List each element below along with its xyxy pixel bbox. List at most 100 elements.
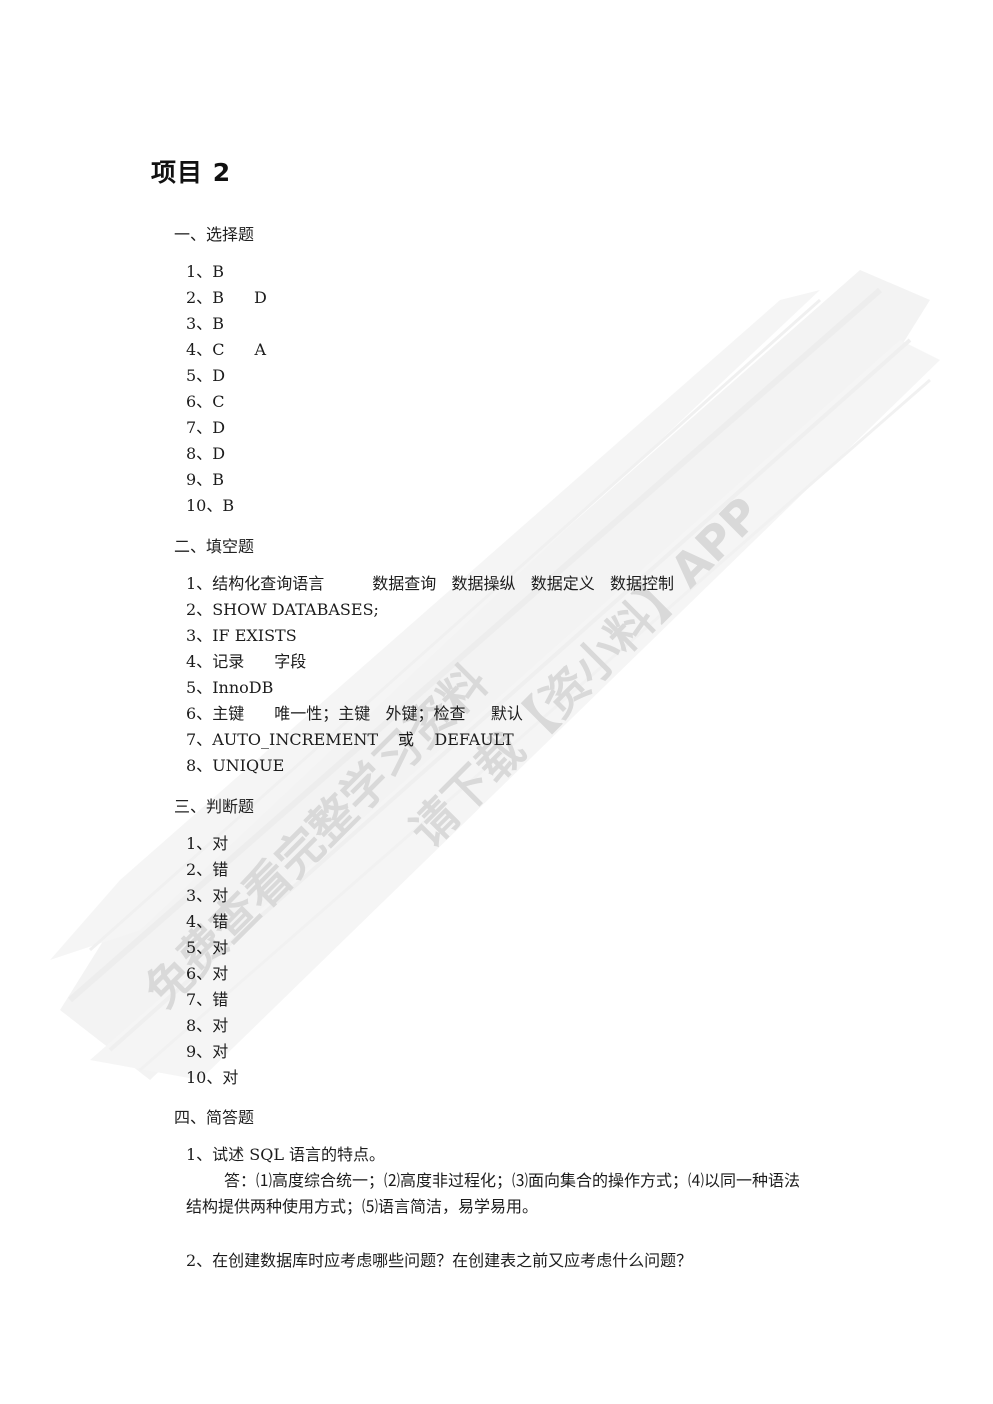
answer-text: 主键 xyxy=(212,704,245,723)
answer-judgement: 错 xyxy=(212,860,229,879)
list-item: 1、B xyxy=(186,259,267,285)
list-item: 5、InnoDB xyxy=(186,675,674,701)
list-item: 2、错 xyxy=(186,857,238,883)
page-title: 项目 2 xyxy=(151,158,232,187)
item-number: 7、 xyxy=(186,418,213,437)
short-answer-q2: 2、在创建数据库时应考虑哪些问题？在创建表之前又应考虑什么问题？ xyxy=(186,1251,693,1270)
list-item: 1、结构化查询语言 数据查询 数据操纵 数据定义 数据控制 xyxy=(186,571,674,597)
answer-letter: A xyxy=(254,340,266,359)
list-item: 3、B xyxy=(186,311,267,337)
answer-letter: D xyxy=(212,366,226,385)
item-number: 5、 xyxy=(186,678,213,697)
item-number: 1、 xyxy=(186,262,213,281)
answer-text: 结构化查询语言 xyxy=(212,574,325,593)
answer-text-extra: 唯一性；主键 外键；检查 默认 xyxy=(274,704,523,723)
answer-judgement: 对 xyxy=(212,938,229,957)
list-item: 5、D xyxy=(186,363,267,389)
answer-text-line2: 结构提供两种使用方式；⑸语言简洁，易学易用。 xyxy=(186,1197,539,1216)
list-item: 6、主键 唯一性；主键 外键；检查 默认 xyxy=(186,701,674,727)
item-number: 6、 xyxy=(186,964,213,983)
answer-text: AUTO_INCREMENT xyxy=(212,730,379,749)
item-number: 1、 xyxy=(186,574,213,593)
answer-letter: B xyxy=(212,470,224,489)
answer-judgement: 对 xyxy=(212,1016,229,1035)
answer-letter: C xyxy=(212,392,225,411)
list-item: 10、对 xyxy=(186,1065,238,1091)
answer-text-extra: 数据查询 数据操纵 数据定义 数据控制 xyxy=(372,574,674,593)
answer-letter: B xyxy=(222,496,235,515)
item-number: 8、 xyxy=(186,1016,213,1035)
item-number: 3、 xyxy=(186,314,213,333)
item-number: 6、 xyxy=(186,392,213,411)
answer-judgement: 对 xyxy=(212,886,229,905)
answer-text-line1: 答：⑴高度综合统一；⑵高度非过程化；⑶面向集合的操作方式；⑷以同一种语法 xyxy=(224,1171,801,1190)
answer-letter: B xyxy=(212,314,224,333)
list-item: 7、错 xyxy=(186,987,238,1013)
list-item: 8、UNIQUE xyxy=(186,753,674,779)
item-number: 5、 xyxy=(186,366,213,385)
answer-letter: D xyxy=(253,288,267,307)
answer-letter: B xyxy=(212,288,224,307)
answer-judgement: 对 xyxy=(212,964,229,983)
answer-text: SHOW DATABASES; xyxy=(212,600,379,619)
answer-judgement: 对 xyxy=(212,1042,229,1061)
item-number: 1、 xyxy=(186,834,213,853)
list-item: 2、B D xyxy=(186,285,267,311)
answer-judgement: 错 xyxy=(212,912,229,931)
list-item: 8、对 xyxy=(186,1013,238,1039)
list-item: 3、对 xyxy=(186,883,238,909)
answer-text-extra: 字段 xyxy=(274,652,307,671)
answer-text: UNIQUE xyxy=(212,756,285,775)
item-number: 2、 xyxy=(186,600,213,619)
list-item: 6、对 xyxy=(186,961,238,987)
list-item: 7、AUTO_INCREMENT 或 DEFAULT xyxy=(186,727,674,753)
answer-letter: D xyxy=(212,418,226,437)
list-item: 5、对 xyxy=(186,935,238,961)
section-heading-choice: 一、选择题 xyxy=(174,225,255,244)
item-number: 4、 xyxy=(186,340,213,359)
item-number: 9、 xyxy=(186,1042,213,1061)
judge-answer-list: 1、对 2、错 3、对 4、错 5、对 6、对 7、错 8、对 9、对 10、对 xyxy=(186,831,238,1091)
section-heading-fill: 二、填空题 xyxy=(174,537,255,556)
answer-text: IF EXISTS xyxy=(212,626,297,645)
answer-letter: B xyxy=(212,262,224,281)
fill-answer-list: 1、结构化查询语言 数据查询 数据操纵 数据定义 数据控制 2、SHOW DATAB… xyxy=(186,571,674,779)
item-number: 3、 xyxy=(186,626,213,645)
answer-text: 记录 xyxy=(212,652,245,671)
list-item: 6、C xyxy=(186,389,267,415)
item-number: 9、 xyxy=(186,470,213,489)
question-text: 1、试述 SQL 语言的特点。 xyxy=(186,1145,386,1164)
item-number: 7、 xyxy=(186,990,213,1009)
item-number: 2、 xyxy=(186,288,213,307)
document-page: 项目 2 一、选择题 1、B 2、B D 3、B 4、C A 5、D 6、C 7、D 8、D 9、B… xyxy=(0,0,993,1404)
item-number: 2、 xyxy=(186,860,213,879)
answer-letter: C xyxy=(212,340,225,359)
answer-letter: D xyxy=(212,444,226,463)
answer-text-extra: 或 DEFAULT xyxy=(398,730,514,749)
list-item: 4、错 xyxy=(186,909,238,935)
short-answer-q1: 1、试述 SQL 语言的特点。 答：⑴高度综合统一；⑵高度非过程化；⑶面向集合的… xyxy=(186,1142,846,1220)
answer-judgement: 对 xyxy=(212,834,229,853)
item-number: 10、 xyxy=(186,496,223,515)
list-item: 4、记录 字段 xyxy=(186,649,674,675)
choice-answer-list: 1、B 2、B D 3、B 4、C A 5、D 6、C 7、D 8、D 9、B 10、B xyxy=(186,259,267,519)
item-number: 8、 xyxy=(186,756,213,775)
item-number: 8、 xyxy=(186,444,213,463)
list-item: 7、D xyxy=(186,415,267,441)
list-item: 3、IF EXISTS xyxy=(186,623,674,649)
answer-judgement: 错 xyxy=(212,990,229,1009)
item-number: 5、 xyxy=(186,938,213,957)
answer-text: InnoDB xyxy=(212,678,274,697)
section-heading-judge: 三、判断题 xyxy=(174,797,255,816)
item-number: 6、 xyxy=(186,704,213,723)
list-item: 1、对 xyxy=(186,831,238,857)
list-item: 10、B xyxy=(186,493,267,519)
item-number: 4、 xyxy=(186,912,213,931)
list-item: 8、D xyxy=(186,441,267,467)
list-item: 4、C A xyxy=(186,337,267,363)
item-number: 7、 xyxy=(186,730,213,749)
list-item: 2、SHOW DATABASES; xyxy=(186,597,674,623)
item-number: 10、 xyxy=(186,1068,223,1087)
item-number: 4、 xyxy=(186,652,213,671)
list-item: 9、对 xyxy=(186,1039,238,1065)
